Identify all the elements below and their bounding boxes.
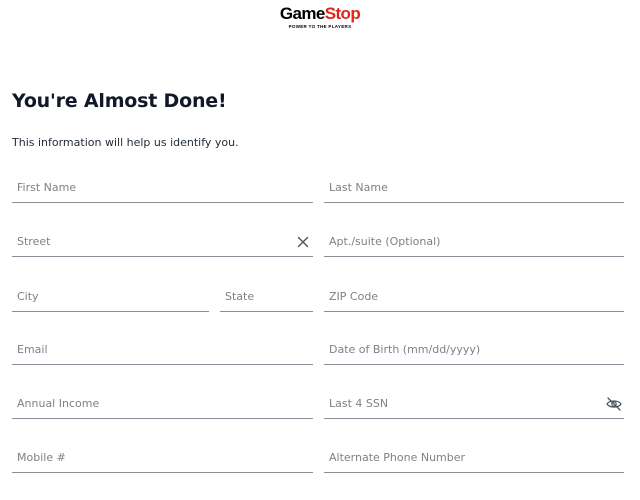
eye-slash-icon[interactable] (606, 396, 622, 412)
page-title: You're Almost Done! (12, 90, 227, 112)
annual-income-input[interactable] (12, 389, 313, 418)
state-input[interactable] (220, 282, 313, 311)
city-field (12, 282, 209, 312)
email-field (12, 335, 313, 365)
logo-tagline: POWER TO THE PLAYERS (288, 24, 352, 29)
apt-field (324, 227, 624, 257)
alt-phone-field (324, 443, 624, 473)
zip-input[interactable] (324, 282, 624, 311)
last-name-field (324, 173, 624, 203)
annual-income-field (12, 389, 313, 419)
alt-phone-input[interactable] (324, 443, 624, 472)
dob-input[interactable] (324, 335, 624, 364)
first-name-input[interactable] (12, 173, 313, 202)
gamestop-logo[interactable]: GameStop POWER TO THE PLAYERS (275, 4, 365, 34)
mobile-field (12, 443, 313, 473)
last-name-input[interactable] (324, 173, 624, 202)
close-icon[interactable] (295, 234, 311, 250)
identity-form-page: GameStop POWER TO THE PLAYERS You're Alm… (0, 0, 640, 500)
street-input[interactable] (12, 227, 313, 256)
logo-wordmark: GameStop (275, 4, 365, 24)
page-subtitle: This information will help us identify y… (12, 136, 239, 149)
logo-wordmark-game: Game (279, 4, 325, 23)
ssn-field (324, 389, 624, 419)
zip-field (324, 282, 624, 312)
mobile-input[interactable] (12, 443, 313, 472)
ssn-input[interactable] (324, 389, 624, 418)
city-input[interactable] (12, 282, 209, 311)
dob-field (324, 335, 624, 365)
street-field (12, 227, 313, 257)
email-input[interactable] (12, 335, 313, 364)
state-field (220, 282, 313, 312)
first-name-field (12, 173, 313, 203)
apt-input[interactable] (324, 227, 624, 256)
logo-wordmark-stop: Stop (324, 4, 361, 23)
